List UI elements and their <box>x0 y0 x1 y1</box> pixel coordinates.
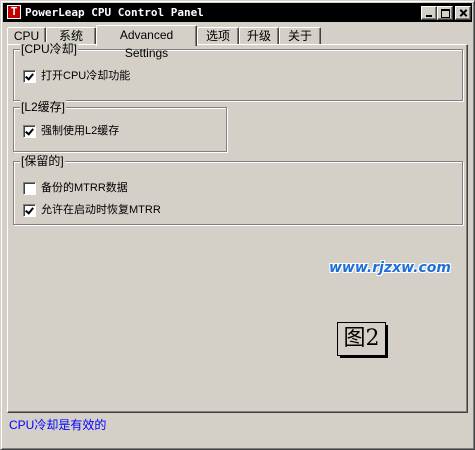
tab-upgrade[interactable]: 升级 <box>239 27 279 45</box>
restore-mtrr-label[interactable]: 允许在启动时恢复MTRR <box>41 203 161 217</box>
backup-mtrr-label[interactable]: 备份的MTRR数据 <box>41 181 128 195</box>
advanced-settings-panel: [CPU冷却] 打开CPU冷却功能 [L2缓存] 强制使用L2缓存 [保留的] … <box>7 42 468 413</box>
tab-options[interactable]: 选项 <box>197 27 239 45</box>
backup-mtrr-checkbox[interactable] <box>23 182 36 195</box>
tab-about[interactable]: 关于 <box>279 27 321 45</box>
minimize-icon[interactable] <box>421 6 437 20</box>
preserved-group-title: [保留的] <box>20 154 65 168</box>
title-bar[interactable]: T PowerLeap CPU Control Panel <box>3 3 472 22</box>
cpu-cooling-group: [CPU冷却] 打开CPU冷却功能 <box>13 42 463 101</box>
app-icon[interactable]: T <box>7 5 21 19</box>
powerleap-window: T PowerLeap CPU Control Panel CPU 系统 Adv… <box>0 0 475 450</box>
cpu-cooling-group-title: [CPU冷却] <box>20 42 79 56</box>
tab-advanced-settings[interactable]: Advanced Settings <box>96 25 197 60</box>
l2-cache-group-title: [L2缓存] <box>20 100 67 114</box>
l2-cache-group: [L2缓存] 强制使用L2缓存 <box>13 100 227 152</box>
force-l2-cache-label[interactable]: 强制使用L2缓存 <box>41 124 119 138</box>
preserved-group: [保留的] 备份的MTRR数据 允许在启动时恢复MTRR <box>13 154 463 225</box>
enable-cpu-cooling-label[interactable]: 打开CPU冷却功能 <box>41 69 130 83</box>
restore-mtrr-checkbox[interactable] <box>23 204 36 217</box>
status-text: CPU冷却是有效的 <box>9 418 107 432</box>
enable-cpu-cooling-checkbox[interactable] <box>23 70 36 83</box>
window-title: PowerLeap CPU Control Panel <box>25 6 204 19</box>
force-l2-cache-checkbox[interactable] <box>23 125 36 138</box>
maximize-icon[interactable] <box>437 6 453 20</box>
figure-label: 图2 <box>337 322 388 358</box>
site-watermark: www.rjzxw.com <box>329 260 451 276</box>
close-icon[interactable] <box>455 6 471 20</box>
